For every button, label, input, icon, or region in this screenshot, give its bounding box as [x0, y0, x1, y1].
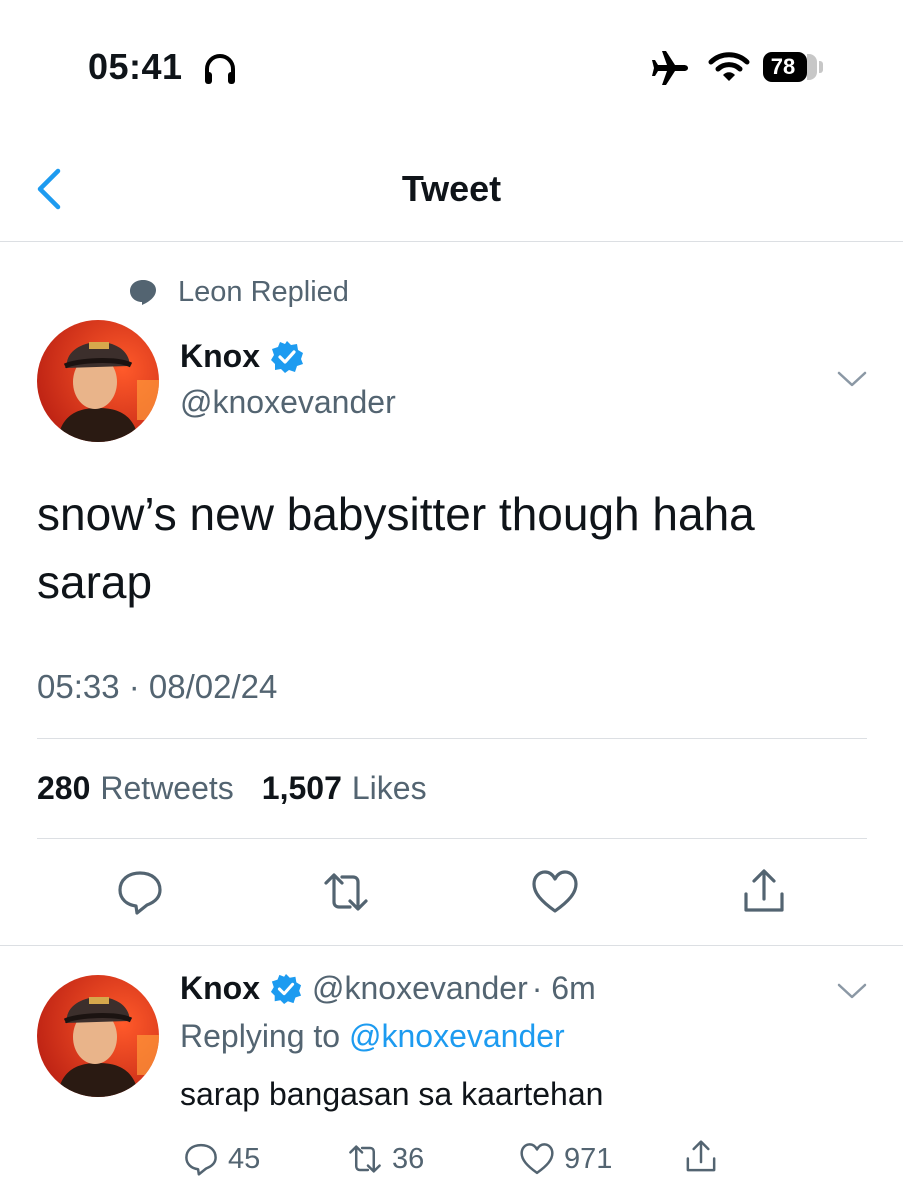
reply-avatar[interactable] — [37, 975, 159, 1097]
divider — [37, 838, 867, 839]
retweets-label[interactable]: Retweets — [100, 770, 233, 807]
reply-button[interactable] — [114, 866, 166, 918]
retweet-icon — [349, 1145, 381, 1173]
share-button[interactable] — [738, 866, 790, 918]
retweets-count[interactable]: 280 — [37, 770, 90, 807]
reply-reply-button[interactable]: 45 — [182, 1140, 260, 1178]
reply-like-button[interactable]: 971 — [518, 1140, 612, 1178]
avatar-photo — [37, 975, 159, 1097]
like-count: 971 — [564, 1142, 613, 1175]
reply-time: · 6m — [531, 970, 596, 1006]
heart-icon — [520, 1143, 554, 1175]
header-divider — [0, 241, 903, 242]
chevron-down-icon[interactable] — [836, 980, 868, 1002]
headphones-icon — [205, 54, 235, 84]
replying-to: Replying to @knoxevander — [180, 1018, 565, 1055]
battery-icon: 78 — [763, 52, 823, 82]
tweet-text: snow’s new babysitter though haha sarap — [37, 488, 755, 608]
reply-text: sarap bangasan sa kaartehan — [180, 1076, 604, 1112]
reply-icon — [118, 871, 162, 915]
verified-badge-icon — [270, 973, 302, 1004]
reply-author-handle: @knoxevander — [312, 970, 528, 1006]
social-context-label: Leon Replied — [178, 275, 349, 308]
author-name: Knox — [180, 338, 260, 374]
chevron-down-icon[interactable] — [836, 368, 868, 390]
author-handle[interactable]: @knoxevander — [180, 384, 396, 421]
tweet-timestamp[interactable]: 05:33 · 08/02/24 — [37, 668, 277, 706]
retweet-count: 36 — [392, 1142, 425, 1175]
verified-badge-icon — [271, 340, 303, 373]
reply-count: 45 — [228, 1142, 261, 1175]
share-icon — [744, 869, 784, 912]
avatar-photo — [37, 320, 159, 442]
airplane-icon — [652, 51, 688, 85]
share-icon — [686, 1140, 716, 1172]
likes-label[interactable]: Likes — [352, 770, 427, 807]
speech-bubble-icon — [130, 280, 156, 305]
reply-retweet-button[interactable]: 36 — [346, 1140, 424, 1178]
reply-header[interactable]: Knox @knoxevander · 6m — [180, 970, 596, 1007]
reply-icon — [185, 1143, 217, 1176]
wifi-icon — [708, 52, 750, 81]
divider — [37, 738, 867, 739]
replying-to-handle[interactable]: @knoxevander — [349, 1018, 565, 1054]
reply-share-button[interactable] — [682, 1138, 720, 1176]
battery-level: 78 — [770, 54, 796, 79]
reply-author-name: Knox — [180, 970, 260, 1006]
likes-count[interactable]: 1,507 — [262, 770, 342, 807]
divider — [0, 945, 903, 946]
retweet-button[interactable] — [320, 866, 372, 918]
replying-to-label: Replying to — [180, 1018, 341, 1054]
tweet-stats: 280 Retweets 1,507 Likes — [37, 770, 427, 807]
like-button[interactable] — [529, 866, 581, 918]
avatar[interactable] — [37, 320, 159, 442]
status-time: 05:41 — [88, 46, 183, 87]
page-title: Tweet — [401, 168, 502, 209]
social-context[interactable]: Leon Replied — [128, 272, 349, 312]
author-name-row[interactable]: Knox — [180, 338, 304, 375]
retweet-icon — [324, 873, 368, 911]
heart-icon — [532, 870, 578, 913]
